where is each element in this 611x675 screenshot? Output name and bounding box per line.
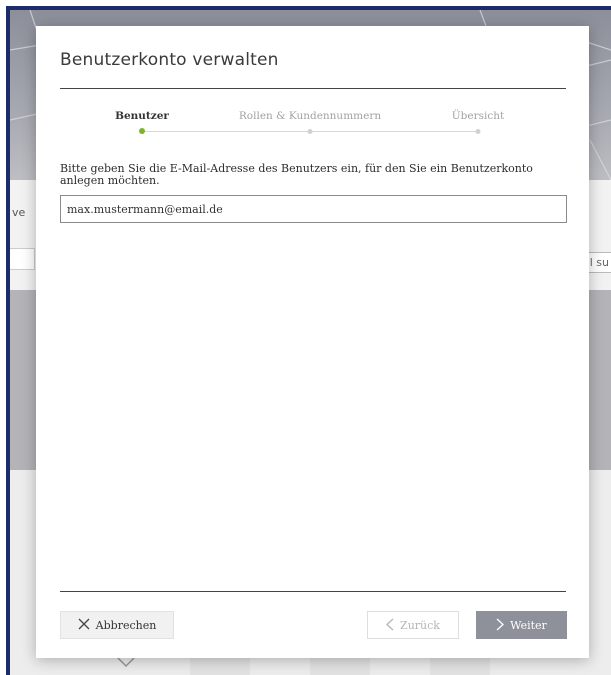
chevron-left-icon bbox=[386, 618, 394, 633]
next-button-label: Weiter bbox=[510, 618, 547, 632]
step-label-rollen: Rollen & Kundennummern bbox=[238, 110, 382, 122]
chevron-right-icon bbox=[496, 618, 505, 633]
cancel-button-label: Abbrechen bbox=[95, 618, 157, 632]
instruction-text: Bitte geben Sie die E-Mail-Adresse des B… bbox=[60, 162, 533, 187]
next-button[interactable]: Weiter bbox=[476, 611, 567, 639]
wizard-stepper: Benutzer Rollen & Kundennummern Übersich… bbox=[60, 106, 566, 146]
background-table-row bbox=[10, 655, 611, 675]
step-dot-uebersicht bbox=[475, 129, 481, 134]
background-input bbox=[10, 248, 35, 270]
step-label-benutzer: Benutzer bbox=[115, 110, 169, 122]
email-field[interactable] bbox=[60, 195, 567, 223]
back-button[interactable]: Zurück bbox=[367, 611, 459, 639]
close-icon bbox=[78, 618, 90, 633]
manage-account-dialog: Benutzerkonto verwalten Benutzer Rollen … bbox=[36, 26, 589, 658]
step-dot-benutzer bbox=[139, 128, 145, 134]
dialog-title: Benutzerkonto verwalten bbox=[60, 50, 279, 70]
background-label-fragment: ve bbox=[12, 206, 26, 219]
back-button-label: Zurück bbox=[400, 618, 440, 632]
footer-divider bbox=[60, 591, 566, 592]
step-label-uebersicht: Übersicht bbox=[451, 110, 505, 122]
chevron-down-icon bbox=[117, 657, 135, 668]
step-dot-rollen bbox=[307, 129, 313, 134]
title-divider bbox=[60, 88, 566, 89]
cancel-button[interactable]: Abbrechen bbox=[60, 611, 174, 639]
